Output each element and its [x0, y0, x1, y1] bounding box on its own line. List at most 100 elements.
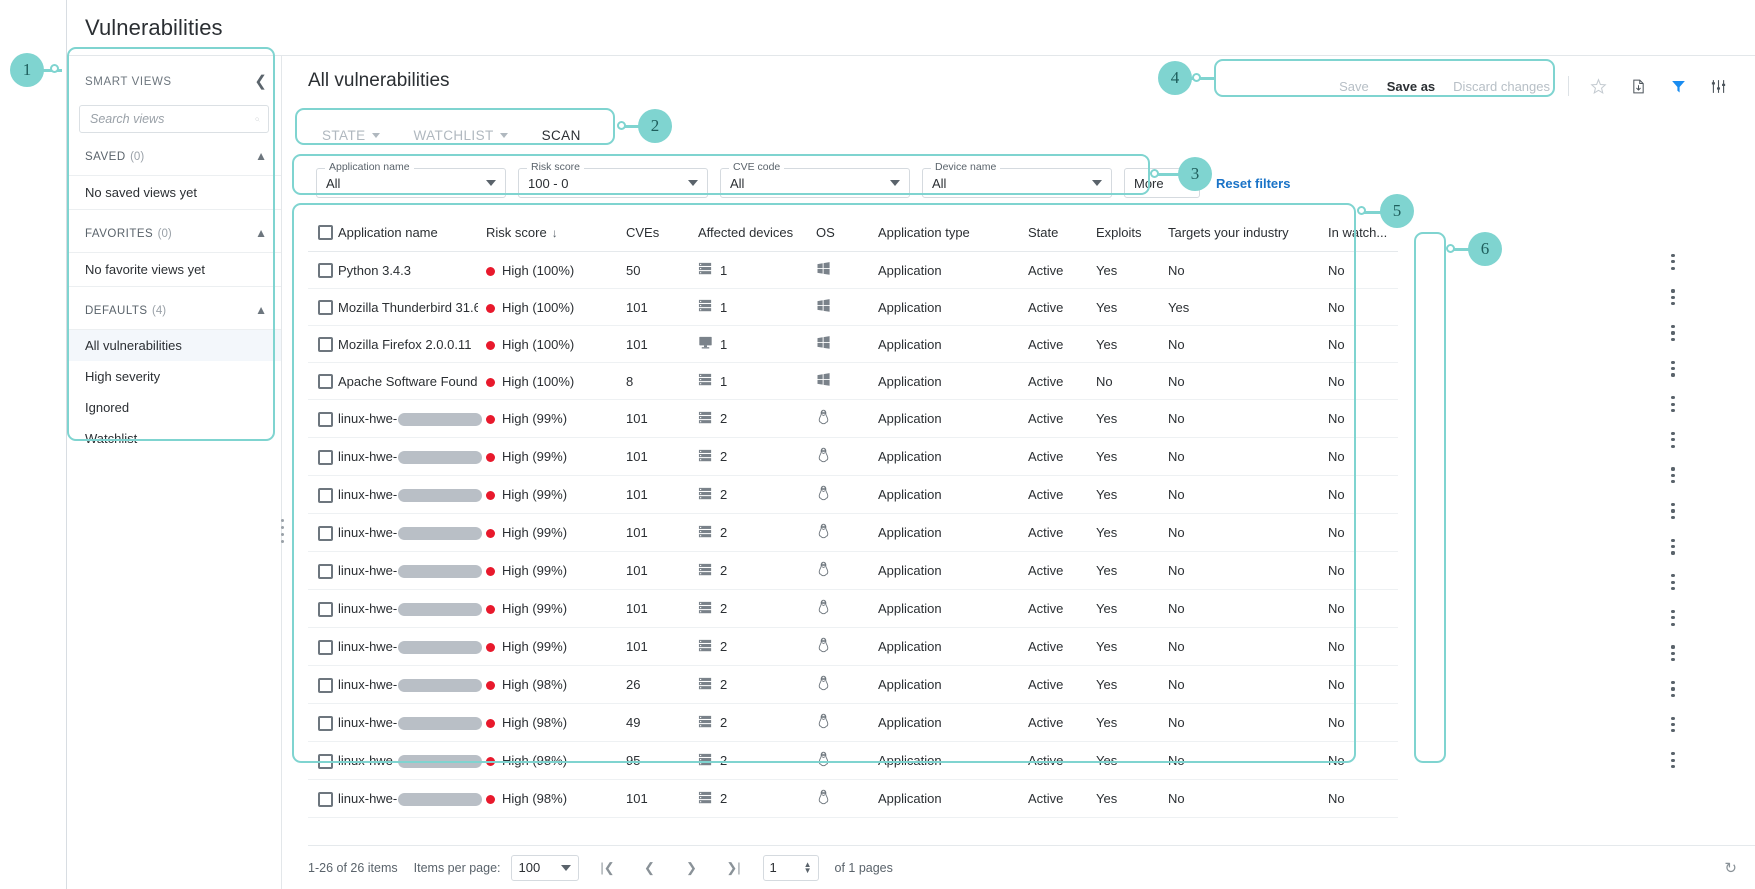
- linux-icon: [816, 599, 831, 618]
- row-actions-kebab-icon[interactable]: [1656, 351, 1690, 387]
- sidebar-item-ignored[interactable]: Ignored: [67, 392, 281, 423]
- row-checkbox[interactable]: [318, 677, 333, 693]
- table-row[interactable]: linux-hwe- High (99%) 101 2 Application Activ…: [308, 627, 1398, 667]
- table-row[interactable]: linux-hwe- High (98%) 95 2 Application Active…: [308, 741, 1398, 781]
- chevron-up-icon-favorites[interactable]: ▲: [255, 226, 267, 240]
- next-page-icon[interactable]: ❯: [679, 855, 705, 881]
- column-header-exploits[interactable]: Exploits: [1096, 214, 1168, 253]
- chevron-up-icon-saved[interactable]: ▲: [255, 149, 267, 163]
- table-row[interactable]: Mozilla Thunderbird 31.6.0 High (100%) 101…: [308, 288, 1398, 327]
- search-views-box[interactable]: [79, 105, 269, 133]
- sidebar-item-watchlist[interactable]: Watchlist: [67, 423, 281, 454]
- row-actions-kebab-icon[interactable]: [1656, 458, 1690, 494]
- filter-cve-code[interactable]: CVE code All: [720, 161, 910, 198]
- row-checkbox[interactable]: [318, 263, 333, 279]
- first-page-icon[interactable]: |❮: [595, 855, 621, 881]
- row-checkbox[interactable]: [318, 525, 333, 541]
- row-checkbox[interactable]: [318, 639, 333, 655]
- row-checkbox[interactable]: [318, 601, 333, 617]
- table-row[interactable]: linux-hwe- High (99%) 101 2 Application Activ…: [308, 589, 1398, 629]
- row-actions-kebab-icon[interactable]: [1656, 280, 1690, 316]
- filter-device-name[interactable]: Device name All: [922, 161, 1112, 198]
- row-checkbox[interactable]: [318, 337, 333, 353]
- refresh-icon[interactable]: ↻: [1724, 859, 1737, 877]
- row-actions-kebab-icon[interactable]: [1656, 386, 1690, 422]
- filter-risk-score[interactable]: Risk score 100 - 0: [518, 161, 708, 198]
- last-page-icon[interactable]: ❯|: [721, 855, 747, 881]
- save-button[interactable]: Save: [1339, 79, 1369, 94]
- cell-affected-devices: 2: [698, 665, 816, 705]
- filter-device-name-value: All: [932, 175, 947, 191]
- column-header-application-type[interactable]: Application type: [878, 214, 1028, 253]
- row-checkbox[interactable]: [318, 300, 333, 316]
- row-actions-kebab-icon[interactable]: [1656, 315, 1690, 351]
- redacted-name-bar: [398, 603, 483, 617]
- reset-filters-button[interactable]: Reset filters: [1216, 176, 1290, 191]
- search-views-input[interactable]: [88, 111, 255, 127]
- smart-views-label: SMART VIEWS: [85, 75, 172, 88]
- filter-funnel-icon[interactable]: [1667, 75, 1689, 97]
- row-actions-kebab-icon[interactable]: [1656, 600, 1690, 636]
- page-spinner-icon[interactable]: ▲ ▼: [804, 860, 812, 874]
- filter-application-name[interactable]: Application name All: [316, 161, 506, 198]
- column-header-os[interactable]: OS: [816, 214, 878, 253]
- chip-watchlist[interactable]: WATCHLIST: [414, 128, 508, 143]
- row-actions-kebab-icon[interactable]: [1656, 707, 1690, 743]
- chevron-up-icon-defaults[interactable]: ▲: [255, 303, 267, 317]
- row-actions-kebab-icon[interactable]: [1656, 636, 1690, 672]
- row-checkbox[interactable]: [318, 487, 333, 503]
- row-checkbox[interactable]: [318, 449, 333, 465]
- cell-affected-devices: 1: [698, 362, 816, 401]
- row-actions-kebab-icon[interactable]: [1656, 244, 1690, 280]
- table-row[interactable]: linux-hwe- High (99%) 101 2 Application Activ…: [308, 437, 1398, 477]
- of-pages-label: of 1 pages: [834, 860, 893, 875]
- column-header-affected-devices[interactable]: Affected devices: [698, 214, 816, 253]
- column-header-application-name[interactable]: Application name: [338, 214, 486, 253]
- column-header-risk-score[interactable]: Risk score ↓: [486, 214, 626, 253]
- select-all-checkbox[interactable]: [318, 225, 333, 241]
- page-number-input[interactable]: 1 ▲ ▼: [762, 854, 819, 881]
- row-actions-kebab-icon[interactable]: [1656, 564, 1690, 600]
- column-header-state[interactable]: State: [1028, 214, 1096, 253]
- column-header-targets-your-industry[interactable]: Targets your industry: [1168, 214, 1328, 253]
- row-checkbox[interactable]: [318, 715, 333, 731]
- row-actions-kebab-icon[interactable]: [1656, 742, 1690, 778]
- table-row[interactable]: linux-hwe- High (99%) 101 2 Application Activ…: [308, 551, 1398, 591]
- table-row[interactable]: Python 3.4.3 High (100%) 50 1 Application Act…: [308, 251, 1398, 290]
- table-row[interactable]: linux-hwe- High (99%) 101 2 Application Activ…: [308, 513, 1398, 553]
- sidebar-item-all-vulnerabilities[interactable]: All vulnerabilities: [67, 330, 281, 361]
- table-row[interactable]: linux-hwe- High (99%) 101 2 Application Activ…: [308, 399, 1398, 439]
- row-actions-kebab-icon[interactable]: [1656, 493, 1690, 529]
- row-checkbox[interactable]: [318, 753, 333, 769]
- group-header-favorites[interactable]: FAVORITES (0) ▲: [67, 210, 281, 253]
- group-header-defaults[interactable]: DEFAULTS (4) ▲: [67, 287, 281, 330]
- row-checkbox[interactable]: [318, 374, 333, 390]
- table-row[interactable]: Mozilla Firefox 2.0.0.11 High (100%) 101 1 A…: [308, 325, 1398, 364]
- chip-state[interactable]: STATE: [322, 128, 380, 143]
- row-actions-kebab-icon[interactable]: [1656, 671, 1690, 707]
- row-checkbox[interactable]: [318, 411, 333, 427]
- export-file-icon[interactable]: [1627, 75, 1649, 97]
- star-icon[interactable]: [1587, 75, 1609, 97]
- save-as-button[interactable]: Save as: [1387, 79, 1435, 94]
- group-header-saved[interactable]: SAVED (0) ▲: [67, 133, 281, 176]
- chevron-left-icon[interactable]: ❮: [254, 74, 267, 89]
- column-header-cves[interactable]: CVEs: [626, 214, 698, 253]
- affected-devices-count: 2: [720, 791, 728, 807]
- items-per-page-select[interactable]: 100: [510, 854, 579, 881]
- table-row[interactable]: Apache Software Foundation High (100%)8 1 A…: [308, 362, 1398, 401]
- table-row[interactable]: linux-hwe- High (98%) 101 2 Application Activ…: [308, 779, 1398, 819]
- annotation-badge-6: 6: [1468, 232, 1502, 266]
- sidebar-item-high-severity[interactable]: High severity: [67, 361, 281, 392]
- prev-page-icon[interactable]: ❮: [637, 855, 663, 881]
- row-actions-kebab-icon[interactable]: [1656, 529, 1690, 565]
- chip-scan[interactable]: SCAN: [542, 128, 581, 143]
- table-row[interactable]: linux-hwe- High (98%) 49 2 Application Active…: [308, 703, 1398, 743]
- row-checkbox[interactable]: [318, 791, 333, 807]
- discard-changes-button[interactable]: Discard changes: [1453, 79, 1550, 94]
- row-checkbox[interactable]: [318, 563, 333, 579]
- table-row[interactable]: linux-hwe- High (98%) 26 2 Application Active…: [308, 665, 1398, 705]
- table-row[interactable]: linux-hwe- High (99%) 101 2 Application Activ…: [308, 475, 1398, 515]
- row-actions-kebab-icon[interactable]: [1656, 422, 1690, 458]
- column-settings-icon[interactable]: [1707, 75, 1729, 97]
